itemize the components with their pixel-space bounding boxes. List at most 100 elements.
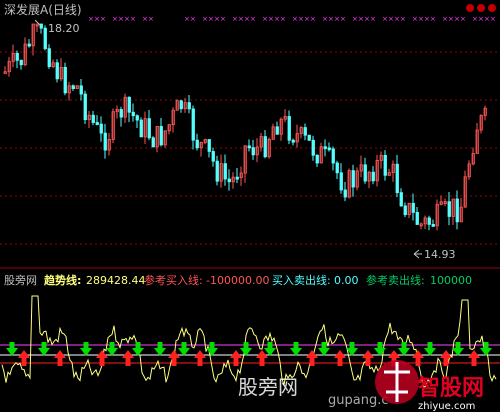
candlestick-series[interactable]: [3, 23, 487, 231]
x-marker: ×: [112, 15, 118, 23]
x-marker: ×: [472, 15, 478, 23]
candle-down: [127, 96, 131, 113]
x-marker: ×: [448, 15, 454, 23]
down-arrow-icon: [132, 342, 144, 356]
trend-label: 趋势线:: [44, 273, 81, 287]
candle-down: [47, 48, 51, 67]
candle-down: [395, 163, 399, 194]
candle-down: [191, 108, 195, 141]
x-marker: ×: [388, 15, 394, 23]
x-marker: ×: [142, 15, 148, 23]
candle-down: [131, 111, 135, 117]
x-marker: ×: [364, 15, 370, 23]
candle-down: [411, 202, 415, 213]
x-marker: ×: [262, 15, 268, 23]
x-marker: ×: [478, 15, 484, 23]
low-marker: 14.93: [413, 248, 456, 261]
down-arrow-icon: [398, 342, 410, 356]
down-arrow-icon: [480, 342, 492, 356]
candle-down: [135, 115, 139, 121]
candle-down: [311, 139, 315, 156]
watermark-site-cn: 智股网: [418, 375, 484, 401]
candle-down: [339, 172, 343, 191]
x-marker: ×: [418, 15, 424, 23]
up-arrow-icon: [256, 350, 268, 366]
candle-down: [63, 66, 67, 94]
x-marker: ×: [130, 15, 136, 23]
up-arrow-icon: [440, 350, 452, 366]
up-arrow-icon: [194, 350, 206, 366]
candle-down: [187, 102, 191, 110]
down-arrow-icon: [154, 342, 166, 356]
x-marker: ×: [412, 15, 418, 23]
indicator-pane[interactable]: [0, 295, 500, 388]
candle-down: [179, 100, 183, 110]
down-arrow-icon: [38, 342, 50, 356]
candle-down: [215, 160, 219, 182]
candle-down: [79, 85, 83, 95]
candle-down: [139, 119, 143, 138]
low-label: 14.93: [424, 248, 456, 261]
candle-down: [371, 171, 375, 182]
candle-down: [207, 139, 211, 152]
x-marker: ×: [280, 15, 286, 23]
down-arrow-icon: [206, 342, 218, 356]
candle-down: [399, 192, 403, 207]
x-marker: ×: [274, 15, 280, 23]
x-marker: ×: [100, 15, 106, 23]
candle-down: [427, 217, 431, 225]
x-marker: ×: [484, 15, 490, 23]
up-arrow-icon: [168, 350, 180, 366]
watermark-text: 股旁网: [238, 375, 298, 399]
x-marker: ×: [244, 15, 250, 23]
x-marker: ×: [268, 15, 274, 23]
x-marker: ×: [238, 15, 244, 23]
x-marker: ×: [304, 15, 310, 23]
candle-down: [235, 176, 239, 180]
buy-sell-value: 0.00: [334, 274, 359, 287]
candle-down: [211, 151, 215, 162]
ref-sell-value: 100000: [430, 274, 472, 287]
down-arrow-icon: [264, 342, 276, 356]
trend-line: [1, 295, 497, 388]
x-marker: ×: [298, 15, 304, 23]
x-marker: ×: [400, 15, 406, 23]
candle-down: [103, 132, 107, 151]
candle-down: [331, 148, 335, 164]
high-label: 18.20: [48, 22, 80, 35]
candle-down: [247, 145, 251, 149]
up-arrow-icon: [306, 350, 318, 366]
x-marker: ×: [334, 15, 340, 23]
x-marker: ×: [340, 15, 346, 23]
candle-down: [223, 163, 227, 180]
candle-down: [15, 52, 19, 61]
x-marker: ×: [118, 15, 124, 23]
signal-x-markers: × × × × × × × × × × × × × × × × × × × × × × × × × × × × × × × × × × × × × × × ×…: [88, 15, 496, 23]
x-marker: ×: [358, 15, 364, 23]
x-marker: ×: [208, 15, 214, 23]
candle-down: [227, 178, 231, 183]
candle-down: [71, 85, 75, 89]
candle-down: [415, 212, 419, 225]
candle-down: [43, 27, 47, 50]
candle-down: [91, 114, 95, 123]
candle-down: [263, 136, 267, 158]
ref-sell-label: 参考卖出线:: [366, 273, 425, 287]
kline-chart: × × × × × × × × × × × × × × × × × × × × × × × × × × × × × × × × × × × × × × × ×…: [0, 2, 500, 412]
candle-down: [83, 93, 87, 121]
up-arrow-icon: [230, 350, 242, 366]
candle-down: [287, 116, 291, 141]
candle-down: [195, 139, 199, 149]
candle-down: [251, 147, 255, 156]
x-marker: ×: [220, 15, 226, 23]
x-marker: ×: [352, 15, 358, 23]
candle-down: [55, 62, 59, 80]
candle-down: [291, 139, 295, 143]
up-arrow-icon: [96, 350, 108, 366]
x-marker: ×: [370, 15, 376, 23]
candle-down: [335, 162, 339, 174]
window-title: 深发展A(日线): [4, 2, 82, 17]
down-arrow-icon: [240, 342, 252, 356]
ref-buy-value: -100000.00: [206, 274, 269, 287]
dropdown-indicator-icon[interactable]: [466, 4, 496, 12]
